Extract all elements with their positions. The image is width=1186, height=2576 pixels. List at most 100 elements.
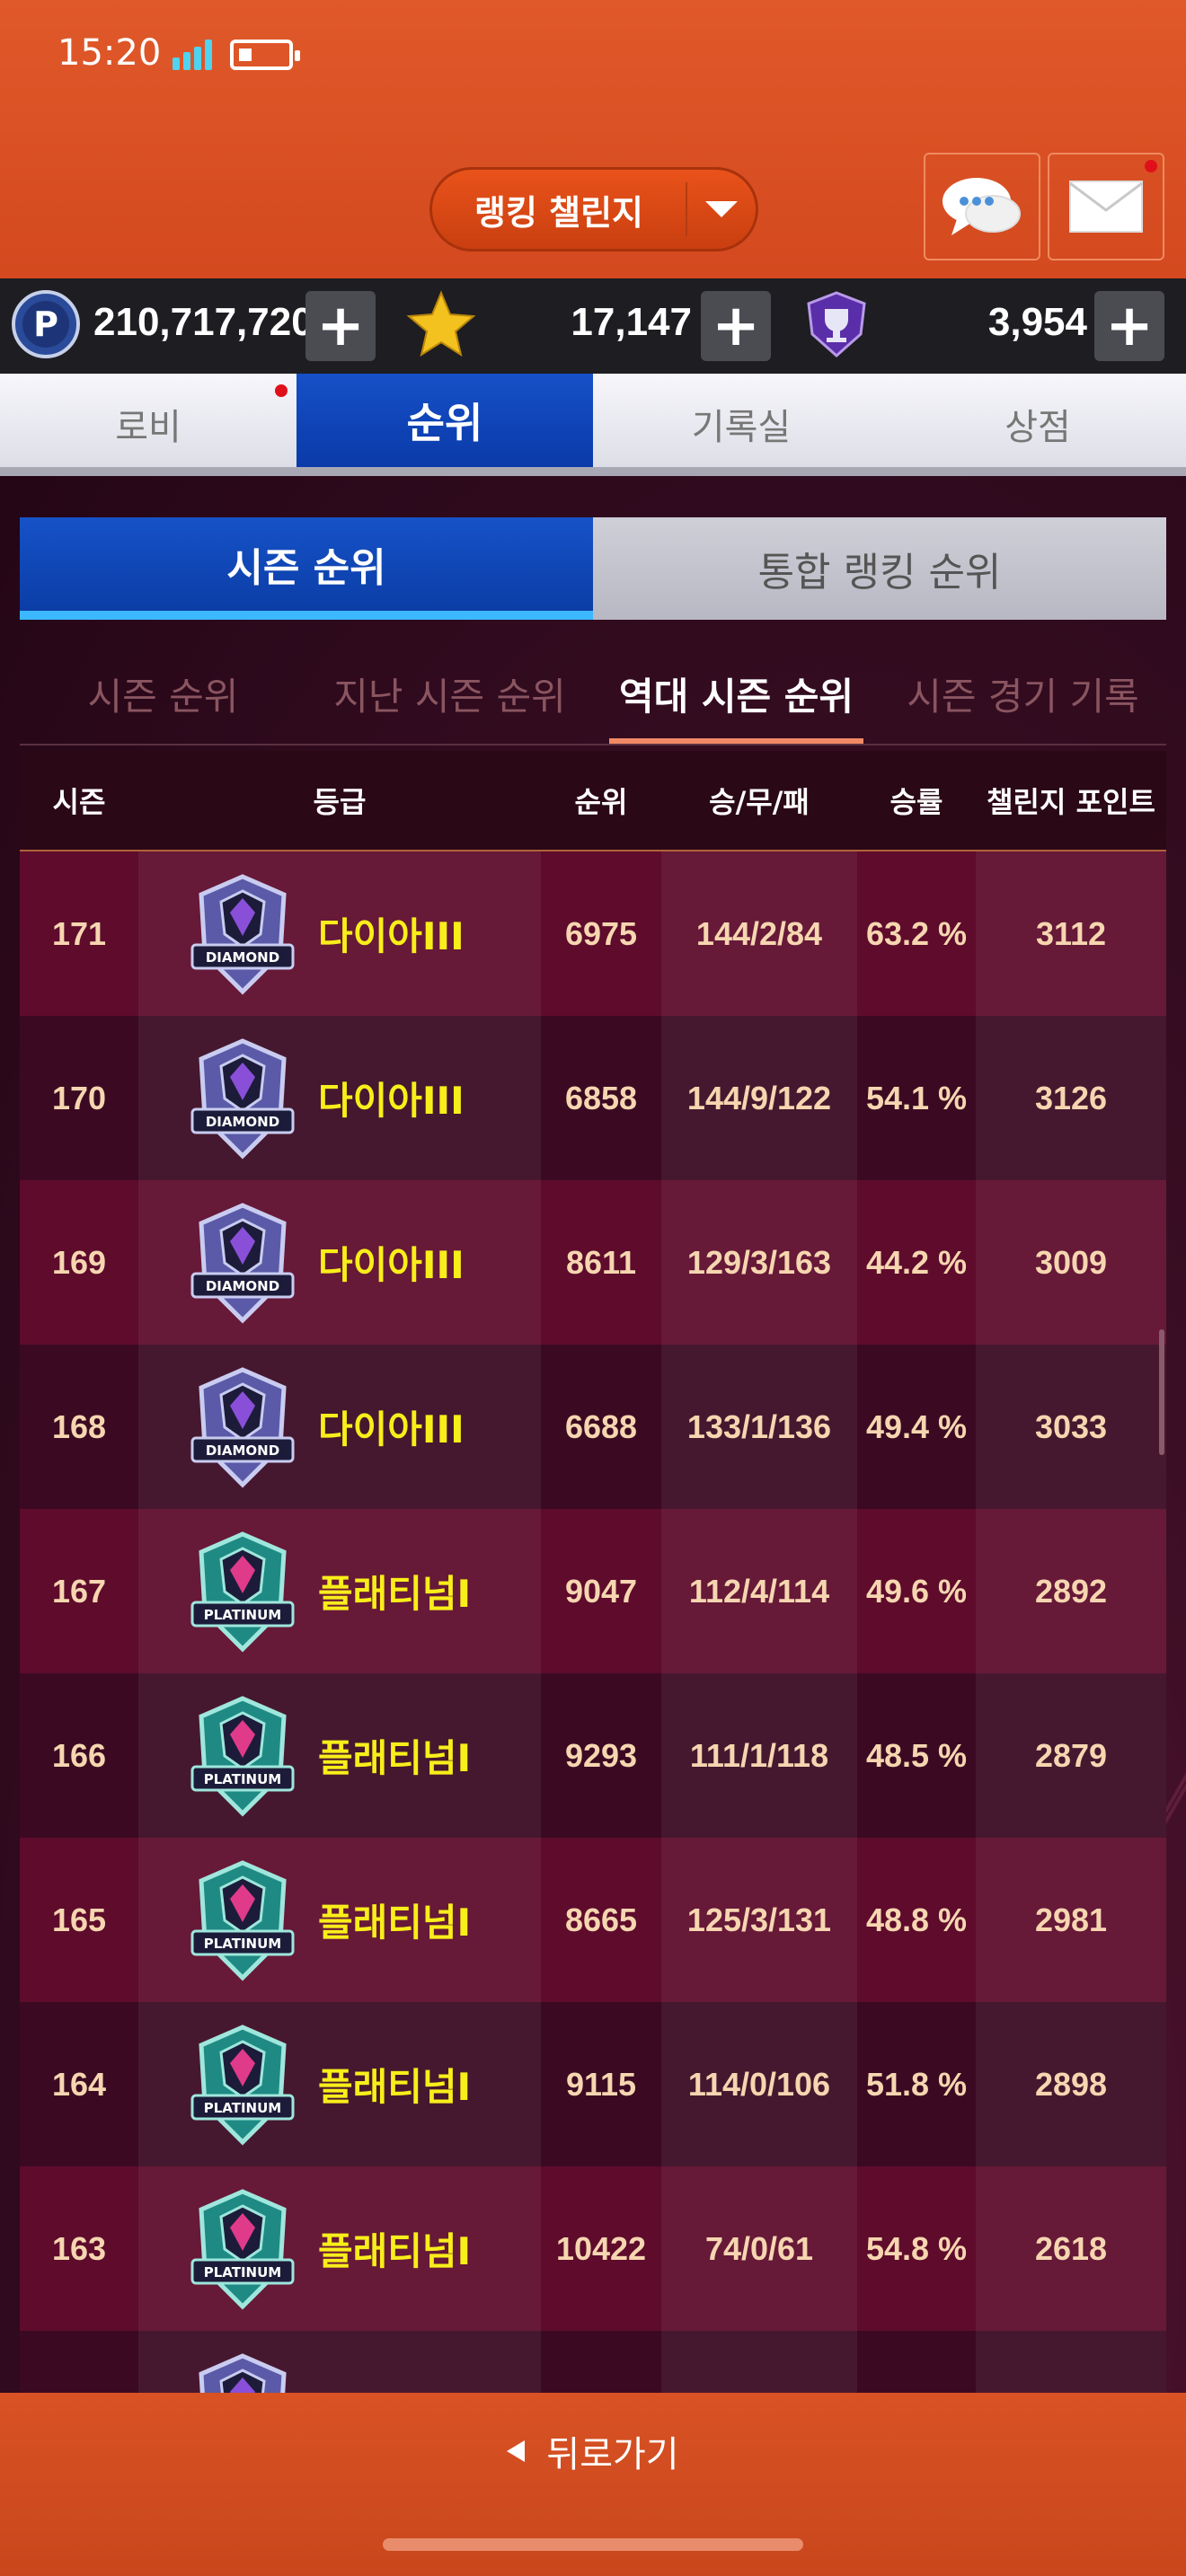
cell-wdl: 112/4/114 <box>661 1509 857 1673</box>
filter-tab-bar: 시즌 순위 지난 시즌 순위 역대 시즌 순위 시즌 경기 기록 <box>20 643 1166 744</box>
tab-bar-shadow <box>0 467 1186 476</box>
cell-wdl: 144/2/84 <box>661 851 857 1016</box>
platinum-tier-badge-icon: PLATINUM <box>183 1529 302 1654</box>
grade-label: 플래티넘I <box>318 1901 472 1945</box>
cell-wdl: 114/0/106 <box>661 2002 857 2166</box>
chat-button[interactable] <box>924 153 1040 260</box>
cell-win-rate: 63.2 % <box>865 914 968 952</box>
cell-wdl: 125/3/131 <box>661 1838 857 2002</box>
tab-lobby[interactable]: 로비 <box>0 374 296 474</box>
cell-wdl: 111/1/118 <box>661 1673 857 1838</box>
tab-shop-label: 상점 <box>1005 407 1071 448</box>
cell-challenge-points: 3112 <box>976 851 1166 1016</box>
cell-grade: PLATINUM 플래티넘I <box>138 1509 541 1673</box>
tab-ranking-label: 순위 <box>406 399 483 447</box>
battery-icon <box>230 40 300 70</box>
cell-wdl: 74/0/61 <box>661 2166 857 2331</box>
chat-bubbles-icon <box>943 178 1021 235</box>
cell-win-rate: 54.1 % <box>865 1079 968 1116</box>
home-indicator[interactable] <box>383 2538 803 2551</box>
cell-rank: 6975 <box>564 914 638 952</box>
season-history-table: 시즌 등급 순위 승/무/패 승률 챌린지 포인트 171 DIAMOND 다이아I… <box>20 751 1166 2393</box>
header-wdl: 승/무/패 <box>709 785 810 819</box>
tab-shop[interactable]: 상점 <box>890 374 1186 474</box>
toggle-total-ranking[interactable]: 통합 랭킹 순위 <box>593 517 1166 620</box>
filter-last-season-ranking[interactable]: 지난 시즌 순위 <box>306 643 593 744</box>
header-challenge-points: 챌린지 포인트 <box>987 785 1155 819</box>
toggle-season-ranking[interactable]: 시즌 순위 <box>20 517 593 620</box>
grade-label: 플래티넘I <box>318 2229 472 2273</box>
cell-season: 164 <box>51 2065 107 2103</box>
cell-season: 169 <box>51 1243 107 1281</box>
p-coin-icon: P <box>12 290 80 358</box>
table-row[interactable]: 168 DIAMOND 다이아III 6688 133/1/136 49.4 % 3033 <box>20 1345 1166 1509</box>
diamond-tier-badge-icon: DIAMOND <box>183 1036 302 1161</box>
cell-win-rate: 51.8 % <box>865 2065 968 2103</box>
cell-rank: 9047 <box>564 1572 638 1610</box>
platinum-tier-badge-icon: PLATINUM <box>183 2186 302 2312</box>
cell-grade: DIAMOND 다이아III <box>138 851 541 1016</box>
table-row[interactable]: 165 PLATINUM 플래티넘I 8665 125/3/131 48.8 % 2981 <box>20 1838 1166 2002</box>
cell-win-rate: 49.4 % <box>865 1407 968 1445</box>
diamond-tier-badge-icon: DIAMOND <box>183 871 302 997</box>
svg-text:DIAMOND: DIAMOND <box>206 1278 279 1294</box>
tab-records-label: 기록실 <box>691 407 792 448</box>
platinum-tier-badge-icon: PLATINUM <box>183 2022 302 2148</box>
top-header: 15:20 랭킹 챌린지 <box>0 0 1186 278</box>
table-row[interactable]: 167 PLATINUM 플래티넘I 9047 112/4/114 49.6 % 2892 <box>20 1509 1166 1673</box>
filter-all-time-ranking[interactable]: 역대 시즌 순위 <box>593 643 880 744</box>
cell-grade: DIAMOND 다이아III <box>138 1345 541 1509</box>
cell-grade: PLATINUM 플래티넘I <box>138 1838 541 2002</box>
table-row[interactable]: 171 DIAMOND 다이아III 6975 144/2/84 63.2 % 3112 <box>20 851 1166 1016</box>
filter-season-match-record[interactable]: 시즌 경기 기록 <box>880 643 1166 744</box>
table-header: 시즌 등급 순위 승/무/패 승률 챌린지 포인트 <box>20 751 1166 851</box>
tab-ranking[interactable]: 순위 <box>296 374 593 474</box>
cell-season <box>20 2331 138 2393</box>
grade-label: 다이아III <box>318 1079 465 1123</box>
table-row[interactable]: 169 DIAMOND 다이아III 8611 129/3/163 44.2 % 3009 <box>20 1180 1166 1345</box>
main-tab-bar: 로비 순위 기록실 상점 <box>0 374 1186 474</box>
cell-challenge-points: 3009 <box>976 1180 1166 1345</box>
cell-season: 171 <box>51 914 107 952</box>
table-row[interactable]: DIAMOND <box>20 2331 1166 2393</box>
cell-grade: PLATINUM 플래티넘I <box>138 2166 541 2331</box>
table-row[interactable]: 164 PLATINUM 플래티넘I 9115 114/0/106 51.8 % 2898 <box>20 2002 1166 2166</box>
status-time: 15:20 <box>58 32 162 74</box>
table-row[interactable]: 163 PLATINUM 플래티넘I 10422 74/0/61 54.8 % 2618 <box>20 2166 1166 2331</box>
header-win-rate: 승률 <box>890 785 943 819</box>
divider <box>20 744 1166 745</box>
cell-season: 163 <box>51 2229 107 2267</box>
svg-text:PLATINUM: PLATINUM <box>204 2100 281 2116</box>
mode-label: 랭킹 챌린지 <box>474 192 644 233</box>
cell-grade: DIAMOND <box>138 2331 541 2393</box>
p-coin-value: 210,717,720 <box>93 300 314 344</box>
currency-bar: P 210,717,720 + 17,147 + 3,954 + <box>0 278 1186 374</box>
cell-season: 165 <box>51 1901 107 1938</box>
chevron-down-icon[interactable] <box>687 201 756 217</box>
scrollbar[interactable] <box>1159 1329 1164 1455</box>
svg-text:DIAMOND: DIAMOND <box>206 949 279 966</box>
table-row[interactable]: 166 PLATINUM 플래티넘I 9293 111/1/118 48.5 % 2879 <box>20 1673 1166 1838</box>
cell-season: 167 <box>51 1572 107 1610</box>
cell-grade: DIAMOND 다이아III <box>138 1016 541 1180</box>
trophy-shield-icon <box>807 291 866 358</box>
add-star-button[interactable]: + <box>701 291 771 361</box>
add-p-coin-button[interactable]: + <box>305 291 376 361</box>
cell-challenge-points: 2618 <box>976 2166 1166 2331</box>
filter-season-ranking[interactable]: 시즌 순위 <box>20 643 306 744</box>
back-button[interactable]: 뒤로가기 <box>476 2420 710 2483</box>
tab-records[interactable]: 기록실 <box>593 374 890 474</box>
cell-win-rate: 48.8 % <box>865 1901 968 1938</box>
ranking-type-toggle: 시즌 순위 통합 랭킹 순위 <box>20 517 1166 620</box>
cell-season: 170 <box>51 1079 107 1116</box>
grade-label: 플래티넘I <box>318 2065 472 2109</box>
mode-dropdown[interactable]: 랭킹 챌린지 <box>429 167 758 251</box>
table-row[interactable]: 170 DIAMOND 다이아III 6858 144/9/122 54.1 % 3126 <box>20 1016 1166 1180</box>
mail-button[interactable] <box>1048 153 1164 260</box>
header-grade: 등급 <box>313 785 367 819</box>
add-trophy-button[interactable]: + <box>1094 291 1164 361</box>
cell-challenge-points: 2892 <box>976 1509 1166 1673</box>
back-label: 뒤로가기 <box>546 2434 679 2475</box>
cell-win-rate: 54.8 % <box>865 2229 968 2267</box>
cell-win-rate <box>857 2331 976 2393</box>
